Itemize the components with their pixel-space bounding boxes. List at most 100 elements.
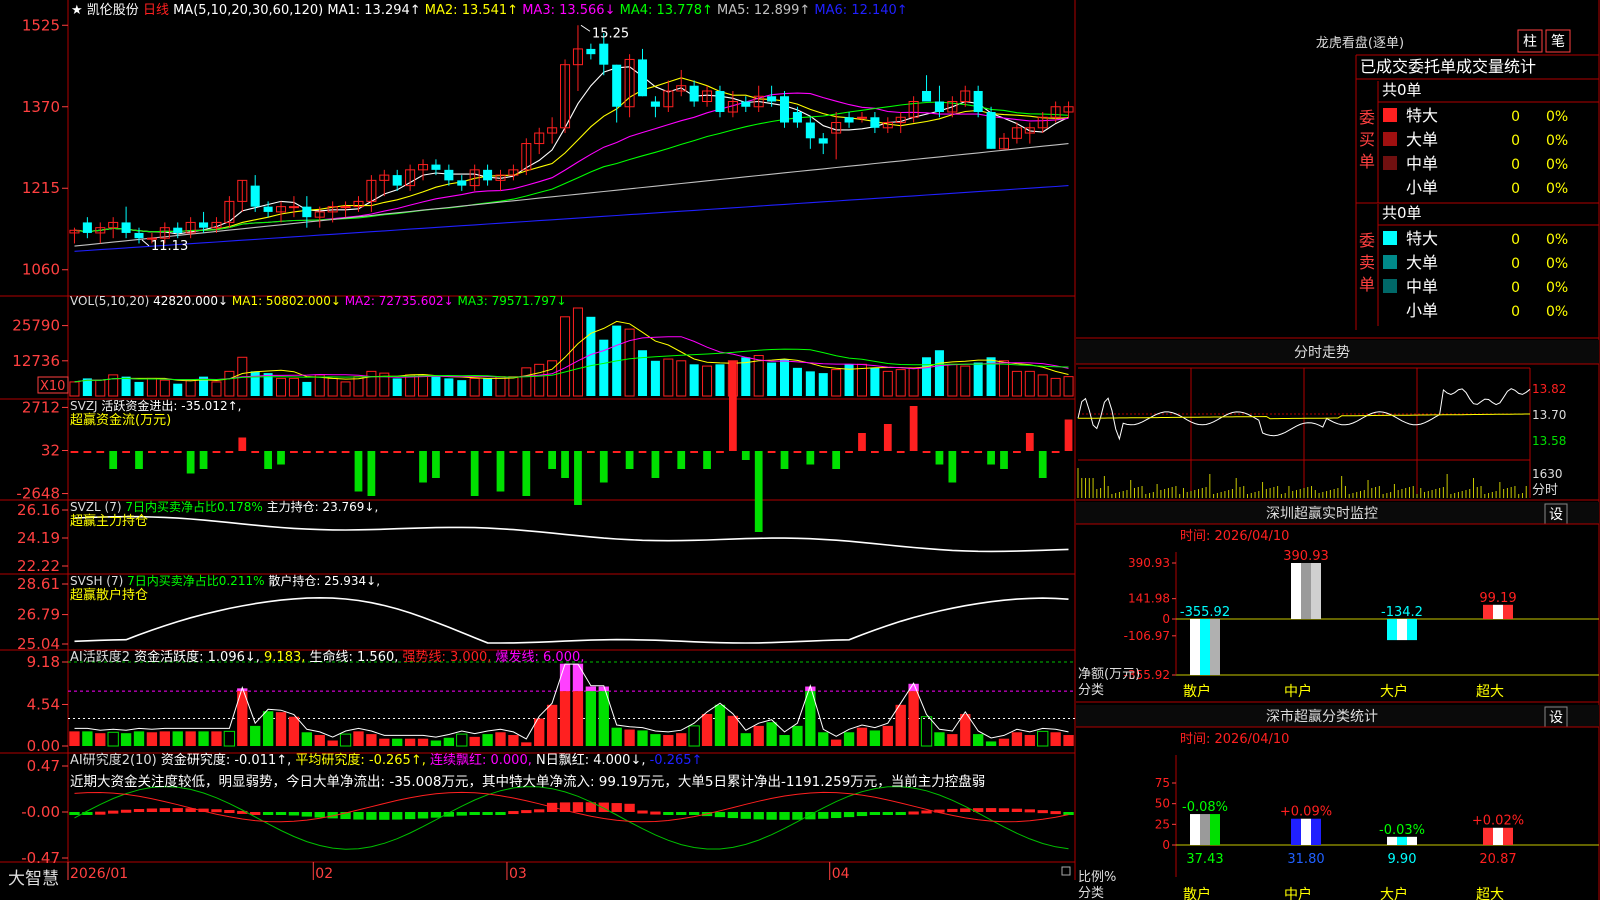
buy-total: 共0单 — [1382, 81, 1422, 99]
ai1-bar — [469, 736, 480, 746]
szmon-bar-segment — [1493, 604, 1503, 619]
szcls-bar-segment — [1397, 836, 1407, 845]
ai1-bar — [404, 738, 416, 746]
svzj-bar — [264, 451, 272, 469]
ai1-bar — [250, 725, 261, 746]
ai2-bar — [314, 812, 325, 818]
szcls-title: 深市超赢分类统计 — [1266, 708, 1378, 725]
szmon-axis-label: 141.98 — [1128, 592, 1170, 606]
volume-bar-down — [805, 371, 815, 396]
szmon-title: 深圳超赢实时监控 — [1266, 505, 1378, 522]
svzj-bar — [1025, 433, 1034, 451]
ai1-bar — [443, 737, 455, 746]
volume-bar-up — [288, 377, 299, 397]
svzj-bar — [212, 451, 221, 453]
volume-bar-down — [767, 362, 777, 396]
volume-bar-up — [908, 367, 919, 397]
ai2-bar — [856, 812, 868, 817]
buy-legend-swatch — [1383, 108, 1397, 122]
volume-bar-up — [1050, 377, 1061, 397]
ai1-bar — [198, 731, 209, 746]
volume-bar-up — [676, 360, 687, 397]
volume-bar-down — [431, 376, 441, 396]
chart-canvas[interactable]: 1525 1370 1215 1060 15.25 11.13 ★ 凯伦股份 日线 MA(5… — [0, 0, 1600, 900]
ai1-bar — [740, 733, 751, 746]
volume-bar-down — [780, 359, 790, 396]
svzj-bar — [290, 451, 298, 453]
szmon-bar-segment — [1397, 619, 1407, 641]
volume-bar-up — [998, 360, 1010, 397]
candle-body-down — [934, 101, 944, 113]
ai2-bar — [120, 809, 132, 813]
volume-bar-up — [895, 369, 906, 397]
ai2-bar — [224, 809, 235, 813]
volume-bar-down — [250, 371, 260, 396]
intraday-axis-label: 13.70 — [1532, 408, 1566, 422]
szcls-bar-segment — [1483, 827, 1493, 845]
svzj-bar — [225, 451, 234, 453]
svzj-bar — [896, 451, 905, 453]
ai1-bar — [275, 712, 287, 746]
szcls-bar-value: 31.80 — [1287, 852, 1324, 867]
ai1-bar — [146, 732, 158, 746]
svzj-bar — [729, 361, 737, 451]
svzj-bar — [858, 433, 866, 451]
low-marker — [141, 239, 150, 247]
ai1-bar — [546, 704, 558, 746]
ai2-bar — [882, 812, 893, 815]
buy-row-percent: 0% — [1546, 181, 1568, 197]
szcls-bar-change: +0.09% — [1280, 805, 1332, 820]
candle-body-down — [82, 222, 92, 233]
svsh-axis-label: 25.04 — [17, 635, 60, 653]
candle-body-up — [856, 116, 867, 119]
svzj-bar — [819, 451, 828, 453]
svzj-bar — [1013, 451, 1021, 453]
ai2-bar — [663, 812, 674, 815]
sell-row-percent: 0% — [1546, 256, 1568, 272]
ai1-bar — [495, 732, 506, 746]
high-annotation: 15.25 — [592, 26, 629, 41]
svzj-bar — [70, 451, 79, 453]
sell-side-label: 卖 — [1359, 253, 1375, 272]
volume-bar-down — [792, 367, 802, 396]
ai2-bar — [818, 812, 829, 819]
svzj-bar — [341, 451, 350, 453]
ai2-bar — [960, 808, 971, 812]
candle-body-down — [922, 90, 932, 102]
buy-row-name: 特大 — [1406, 106, 1438, 125]
buy-side-label: 委 — [1359, 108, 1375, 127]
szcls-axis-label: 0 — [1162, 838, 1170, 852]
sell-row-name: 大单 — [1406, 253, 1438, 272]
volume-bar-up — [572, 307, 583, 397]
ai1-bar — [701, 713, 713, 746]
ai1-bar-peak — [559, 663, 571, 692]
volume-bar-down — [650, 360, 660, 396]
candle-body-down — [805, 122, 815, 139]
volume-bar-down — [444, 378, 454, 396]
ai1-axis-label: 4.54 — [27, 695, 60, 713]
szcls-bar-segment — [1200, 814, 1210, 845]
svzj-bar — [470, 451, 479, 496]
sell-side-label: 单 — [1359, 275, 1375, 294]
ai2-axis-label: -0.00 — [21, 803, 60, 821]
candle-body-down — [199, 222, 209, 228]
ai1-bar — [843, 732, 855, 746]
candle-body-down — [392, 175, 402, 186]
szmon-bar-segment — [1210, 619, 1220, 675]
candle-body-down — [844, 117, 854, 123]
ai1-bar — [133, 731, 145, 746]
ai2-bar — [211, 809, 222, 813]
svzj-bar — [1000, 451, 1008, 469]
szcls-category-label: 中户 — [1284, 886, 1312, 900]
volume-axis-label: 12736 — [12, 352, 60, 370]
volume-bar-up — [663, 358, 674, 397]
ai2-bar — [792, 812, 803, 820]
price-axis-label: 1215 — [22, 179, 60, 197]
ai1-bar — [521, 742, 532, 746]
ai1-bar-hollow — [1037, 730, 1049, 747]
volume-bar-up — [1063, 376, 1074, 397]
volume-bar-down — [173, 383, 183, 396]
sell-row-count: 0 — [1511, 304, 1520, 320]
buy-legend-swatch — [1383, 156, 1397, 170]
ai1-bar — [508, 735, 519, 746]
